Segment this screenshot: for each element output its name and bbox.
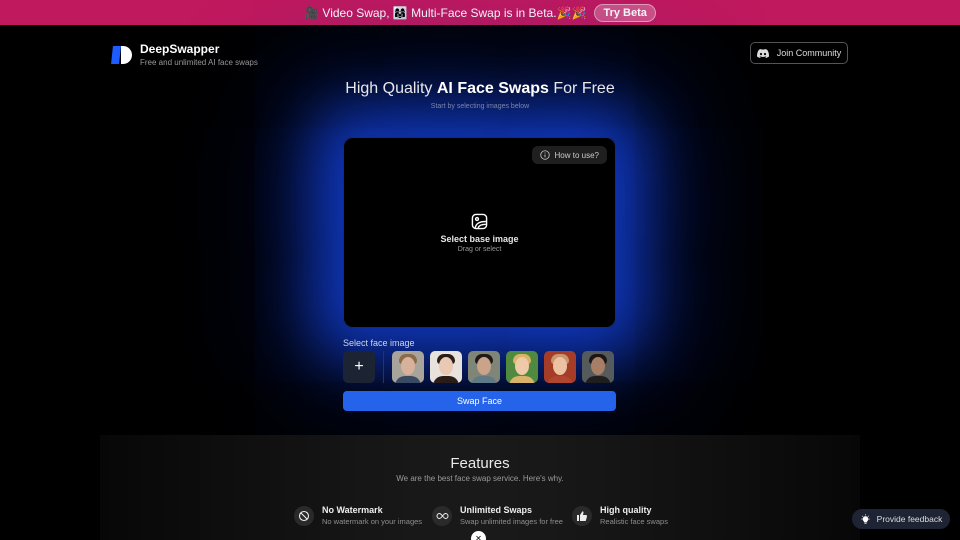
- logo-icon: [111, 45, 132, 65]
- no-watermark-icon: [294, 505, 314, 526]
- join-community-button[interactable]: Join Community: [750, 42, 848, 64]
- announcement-text: 🎥 Video Swap, 👩‍👩‍👧 Multi-Face Swap is i…: [304, 5, 587, 20]
- thumbs-up-icon: [572, 505, 592, 526]
- hero-title: High Quality AI Face Swaps For Free: [345, 80, 615, 97]
- discord-icon: [756, 48, 769, 58]
- add-face-button[interactable]: +: [343, 351, 375, 383]
- face-thumbnail[interactable]: [392, 351, 424, 383]
- face-selector-label: Select face image: [343, 338, 415, 348]
- feature-no-watermark: No Watermark No watermark on your images: [294, 505, 422, 526]
- face-selector: +: [343, 351, 616, 383]
- provide-feedback-button[interactable]: Provide feedback: [852, 509, 950, 529]
- close-icon[interactable]: ✕: [471, 531, 486, 540]
- feature-high-quality: High quality Realistic face swaps: [572, 505, 668, 526]
- provide-feedback-label: Provide feedback: [876, 514, 943, 524]
- brand[interactable]: DeepSwapper Free and unlimited AI face s…: [111, 42, 258, 67]
- brand-tagline: Free and unlimited AI face swaps: [140, 58, 258, 67]
- dropzone-subtitle: Drag or select: [457, 246, 502, 253]
- dropzone-title: Select base image: [440, 234, 519, 244]
- brand-name: DeepSwapper: [140, 42, 220, 56]
- face-thumbnail[interactable]: [430, 351, 462, 383]
- face-thumbnail[interactable]: [582, 351, 614, 383]
- how-to-use-button[interactable]: How to use?: [531, 146, 607, 164]
- feature-unlimited-swaps: Unlimited Swaps Swap unlimited images fo…: [432, 505, 563, 526]
- announcement-bar: 🎥 Video Swap, 👩‍👩‍👧 Multi-Face Swap is i…: [0, 0, 960, 25]
- image-icon: [471, 213, 488, 230]
- how-to-use-label: How to use?: [554, 150, 599, 160]
- hero-subtitle: Start by selecting images below: [430, 103, 530, 110]
- infinity-icon: [432, 505, 452, 526]
- join-community-label: Join Community: [776, 48, 842, 58]
- features-title: Features: [450, 455, 510, 472]
- swap-face-button[interactable]: Swap Face: [343, 391, 616, 411]
- base-image-dropzone[interactable]: How to use? Select base image Drag or se…: [343, 137, 616, 328]
- face-thumbnail[interactable]: [544, 351, 576, 383]
- info-icon: [539, 150, 550, 160]
- face-divider: [383, 351, 384, 383]
- face-thumbnail[interactable]: [468, 351, 500, 383]
- features-subtitle: We are the best face swap service. Here'…: [396, 474, 564, 483]
- face-thumbnail[interactable]: [506, 351, 538, 383]
- try-beta-button[interactable]: Try Beta: [594, 3, 656, 22]
- lightbulb-icon: [861, 513, 870, 524]
